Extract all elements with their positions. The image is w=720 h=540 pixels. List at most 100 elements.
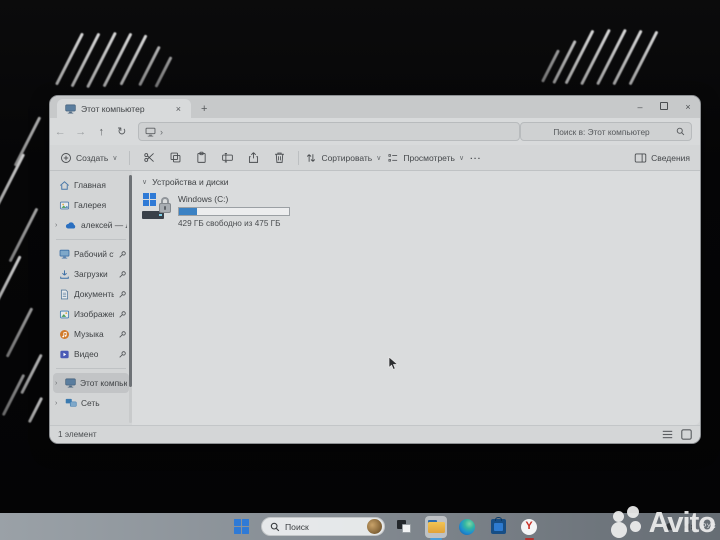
back-button[interactable]: ←: [50, 126, 71, 138]
address-bar[interactable]: ›: [138, 122, 520, 141]
status-bar: 1 элемент: [50, 425, 700, 443]
document-icon: [59, 289, 70, 300]
expand-chevron-icon[interactable]: ›: [55, 380, 61, 387]
sidebar-item-desktop[interactable]: Рабочий сто: [53, 244, 129, 264]
drive-usage-bar: [178, 207, 290, 216]
details-pane-button[interactable]: Сведения: [634, 152, 690, 164]
view-toggles: [662, 429, 692, 440]
pin-icon: [118, 290, 127, 299]
search-box[interactable]: Поиск в: Этот компьютер: [520, 122, 692, 141]
search-icon: [676, 127, 685, 136]
up-button[interactable]: ↑: [91, 126, 112, 138]
window-body: Главная Галерея › алексей — Лич: [50, 171, 700, 425]
sidebar-item-pictures[interactable]: Изображени: [53, 304, 129, 324]
view-list-icon: [387, 152, 399, 164]
expand-chevron-icon[interactable]: ›: [55, 222, 61, 229]
file-explorer-taskbar-button[interactable]: [425, 515, 447, 540]
volume-tray-icon[interactable]: [683, 522, 695, 532]
item-count: 1 элемент: [58, 430, 97, 439]
gallery-icon: [59, 200, 70, 211]
task-view-button[interactable]: [394, 516, 416, 538]
close-button[interactable]: ×: [676, 96, 700, 118]
share-icon: [248, 152, 258, 163]
light-stripe: [27, 396, 44, 424]
search-placeholder: Поиск в: Этот компьютер: [553, 126, 650, 137]
view-button-label: Просмотреть: [403, 152, 455, 163]
sidebar-item-documents[interactable]: Документы: [53, 284, 129, 304]
taskbar: Поиск Y ∧ РУС: [0, 513, 720, 540]
group-header-devices[interactable]: ∨ Устройства и диски: [142, 177, 700, 187]
music-icon: [59, 329, 70, 340]
taskbar-search[interactable]: Поиск: [261, 517, 385, 536]
mouse-cursor: [388, 356, 399, 373]
store-taskbar-button[interactable]: [487, 516, 509, 538]
drive-item-windows-c[interactable]: Windows (C:) 429 ГБ свободно из 475 ГБ: [142, 193, 700, 228]
sidebar-item-onedrive[interactable]: › алексей — Лич: [53, 215, 129, 235]
sidebar-item-videos[interactable]: Видео: [53, 344, 129, 364]
windows-start-icon: [233, 519, 249, 534]
forward-button[interactable]: →: [71, 126, 92, 138]
content-pane[interactable]: ∨ Устройства и диски Windows (C:) 429 ГБ…: [132, 171, 700, 425]
light-stripe: [0, 255, 22, 323]
network-icon: [65, 398, 77, 408]
refresh-button[interactable]: ↻: [112, 125, 133, 138]
yandex-browser-icon: Y: [521, 518, 537, 535]
hidden-icons-chevron[interactable]: ∧: [650, 522, 656, 531]
view-button[interactable]: Просмотреть ∨: [387, 152, 464, 164]
trash-icon: [274, 152, 284, 163]
share-button[interactable]: [240, 151, 266, 164]
sidebar-item-label: Сеть: [81, 398, 100, 408]
large-icons-view-toggle[interactable]: [681, 429, 692, 440]
sidebar-item-this-pc[interactable]: › Этот компьюте: [53, 373, 129, 393]
drive-usage-fill: [179, 208, 197, 215]
light-stripe: [564, 29, 595, 85]
tab-bar: Этот компьютер × + – ×: [50, 96, 700, 118]
chevron-down-icon: ∨: [112, 154, 118, 162]
light-stripe: [13, 116, 42, 167]
sidebar-item-label: Галерея: [74, 200, 107, 210]
window-controls: – ×: [628, 96, 700, 118]
sidebar-item-network[interactable]: › Сеть: [53, 393, 129, 413]
sort-button[interactable]: Сортировать ∨: [305, 152, 381, 164]
running-indicator: [430, 537, 442, 540]
folder-icon: [427, 520, 445, 533]
sidebar-item-music[interactable]: Музыка: [53, 324, 129, 344]
pin-icon: [118, 310, 127, 319]
maximize-icon: [660, 102, 668, 110]
light-stripe: [0, 153, 26, 219]
light-stripe: [70, 32, 101, 88]
new-tab-button[interactable]: +: [201, 103, 207, 115]
edge-icon: [459, 518, 475, 535]
details-view-toggle[interactable]: [662, 430, 673, 439]
cut-button[interactable]: [136, 151, 162, 164]
sidebar-item-gallery[interactable]: Галерея: [53, 195, 129, 215]
yandex-browser-taskbar-button[interactable]: Y: [518, 516, 540, 540]
sidebar-item-label: Музыка: [74, 329, 104, 339]
more-options-button[interactable]: ···: [470, 153, 482, 163]
sidebar-item-home[interactable]: Главная: [53, 175, 129, 195]
tab-this-pc[interactable]: Этот компьютер ×: [57, 99, 191, 118]
edge-taskbar-button[interactable]: [456, 516, 478, 538]
tab-close-button[interactable]: ×: [174, 104, 183, 114]
maximize-button[interactable]: [652, 96, 676, 118]
sidebar-item-label: Документы: [74, 289, 114, 299]
language-indicator[interactable]: РУС: [702, 523, 716, 530]
taskbar-search-label: Поиск: [285, 521, 309, 532]
start-button[interactable]: [230, 516, 252, 538]
sidebar-item-downloads[interactable]: Загрузки: [53, 264, 129, 284]
onedrive-tray-icon[interactable]: [663, 522, 676, 531]
drive-name: Windows (C:): [178, 194, 229, 204]
expand-chevron-icon[interactable]: ›: [55, 400, 61, 407]
microsoft-store-icon: [490, 517, 506, 534]
plus-circle-icon: [60, 152, 72, 164]
rename-button[interactable]: [214, 151, 240, 164]
group-chevron-icon: ∨: [142, 179, 148, 186]
paste-button[interactable]: [188, 151, 214, 164]
delete-button[interactable]: [266, 151, 292, 164]
new-button[interactable]: Создать ∨: [60, 152, 117, 164]
clipboard-icon: [197, 151, 206, 163]
copy-icon: [170, 152, 181, 163]
system-tray: ∧ РУС: [650, 513, 716, 540]
copy-button[interactable]: [162, 151, 188, 164]
minimize-button[interactable]: –: [628, 96, 652, 118]
